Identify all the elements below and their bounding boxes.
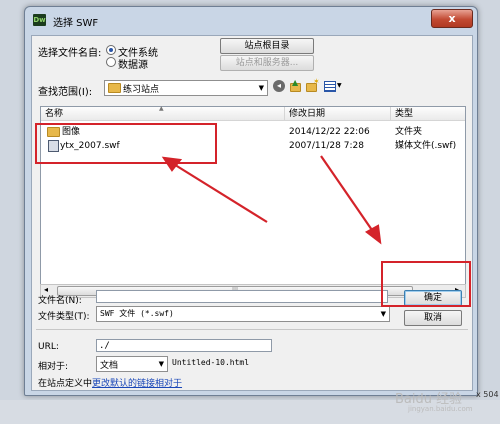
arrow-to-file-head: [161, 156, 183, 172]
arrow-to-ok-head: [364, 224, 382, 245]
arrow-to-ok-line: [320, 155, 375, 234]
annotation-arrows: [161, 155, 382, 245]
arrow-to-file-line: [171, 162, 268, 223]
